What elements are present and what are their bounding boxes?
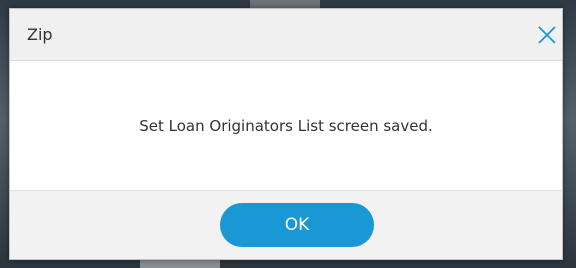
dialog-message: Set Loan Originators List screen saved. <box>139 117 433 135</box>
dialog-title: Zip <box>27 25 53 44</box>
close-button[interactable] <box>534 22 560 48</box>
close-icon <box>538 26 556 44</box>
dialog-footer: OK <box>10 191 562 259</box>
dialog-body: Set Loan Originators List screen saved. <box>10 61 562 191</box>
background-element <box>250 0 320 8</box>
message-dialog: Zip Set Loan Originators List screen sav… <box>9 8 563 260</box>
dialog-titlebar: Zip <box>10 9 562 61</box>
ok-button[interactable]: OK <box>220 203 374 247</box>
